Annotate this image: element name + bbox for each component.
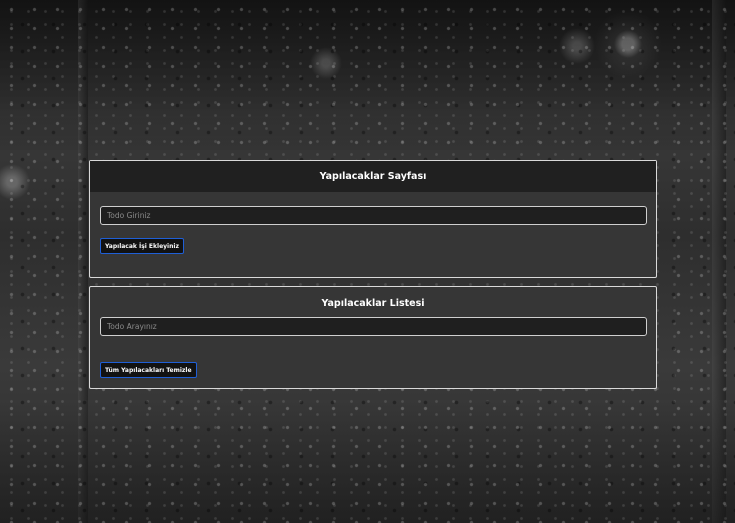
search-input[interactable] (100, 317, 647, 336)
todo-form-card: Yapılacaklar Sayfası Yapılacak İşi Ekley… (89, 160, 657, 278)
todo-form-header: Yapılacaklar Sayfası (90, 161, 656, 192)
page-title: Yapılacaklar Sayfası (319, 171, 427, 182)
clear-all-todos-button[interactable]: Tüm Yapılacakları Temizle (100, 362, 197, 378)
add-todo-button[interactable]: Yapılacak İşi Ekleyiniz (100, 238, 184, 254)
todo-list-card: Yapılacaklar Listesi Tüm Yapılacakları T… (89, 286, 657, 389)
todo-list-title: Yapılacaklar Listesi (321, 298, 425, 309)
todo-input[interactable] (100, 206, 647, 225)
